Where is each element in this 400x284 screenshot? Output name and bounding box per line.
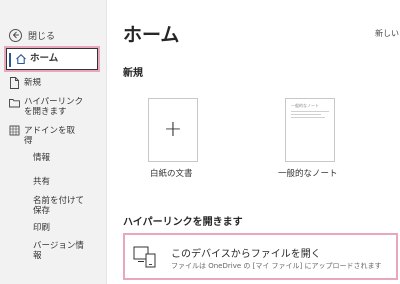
sidebar-item-get-addins[interactable]: アドインを取 得: [0, 125, 104, 146]
label-line: 保存: [33, 206, 51, 216]
sidebar-item-open-hyperlink[interactable]: ハイパーリンク を開きます: [0, 96, 104, 117]
label-line: バージョン情: [33, 241, 84, 251]
sidebar-item-label: 新規: [24, 78, 42, 88]
sidebar-item-label: ホーム: [30, 53, 59, 64]
label-line: 名前を付けて: [33, 196, 85, 206]
sidebar-item-label: ハイパーリンク を開きます: [24, 96, 83, 117]
sidebar-item-print[interactable]: 印刷: [33, 223, 50, 233]
sidebar-item-save-as[interactable]: 名前を付けて 保存: [33, 196, 84, 216]
sidebar-item-label: アドインを取 得: [24, 125, 75, 146]
device-card-title: このデバイスからファイルを開く: [171, 249, 321, 260]
new-more-link[interactable]: 新しい: [375, 28, 399, 39]
label-line: を開きます: [24, 107, 67, 117]
sidebar-item-home[interactable]: ホーム: [4, 46, 100, 72]
label-line: 報: [33, 251, 42, 261]
plus-icon: +: [163, 117, 183, 142]
blank-document-label[interactable]: 白紙の文書: [150, 167, 193, 179]
grid-icon: [0, 125, 24, 136]
section-hyperlink-heading: ハイパーリンクを開きます: [123, 217, 243, 228]
new-document-icon: [0, 77, 24, 89]
back-label: 閉じる: [28, 31, 56, 42]
section-new-heading: 新規: [123, 68, 143, 79]
sidebar-item-info[interactable]: 情報: [33, 153, 50, 163]
blank-document-tile[interactable]: +: [148, 98, 198, 162]
note-preview-line: [291, 111, 329, 112]
open-from-device-card[interactable]: このデバイスからファイルを開く ファイルは OneDrive の [マイ ファイ…: [123, 233, 398, 280]
main-panel: ホーム 新しい 新規 + 白紙の文書 一般的なノート 一般的なノート ハイパーリ…: [107, 0, 400, 284]
folder-icon: [0, 96, 24, 108]
label-line: ハイパーリンク: [24, 97, 84, 107]
sidebar: 閉じる ホーム 新規 ハイパーリンク を開きます アドインを取 得 情報 共有: [0, 0, 107, 284]
label-line: アドインを取: [24, 126, 76, 136]
general-note-label[interactable]: 一般的なノート: [278, 167, 338, 179]
note-preview-line: [291, 117, 325, 118]
note-preview-title: 一般的なノート: [291, 103, 319, 108]
sidebar-item-about[interactable]: バージョン情 報: [33, 241, 84, 261]
general-note-tile[interactable]: 一般的なノート: [285, 98, 335, 162]
sidebar-item-share[interactable]: 共有: [33, 177, 50, 187]
device-card-subtitle: ファイルは OneDrive の [マイ ファイル] にアップロードされます: [171, 262, 382, 270]
back-arrow-icon: [9, 28, 22, 42]
label-line: 得: [24, 136, 33, 146]
active-indicator: [9, 53, 11, 67]
device-icon: [133, 246, 157, 272]
note-preview-line: [291, 114, 321, 115]
sidebar-item-new[interactable]: 新規: [0, 77, 104, 89]
back-button[interactable]: 閉じる: [9, 25, 55, 45]
page-title: ホーム: [123, 24, 180, 46]
